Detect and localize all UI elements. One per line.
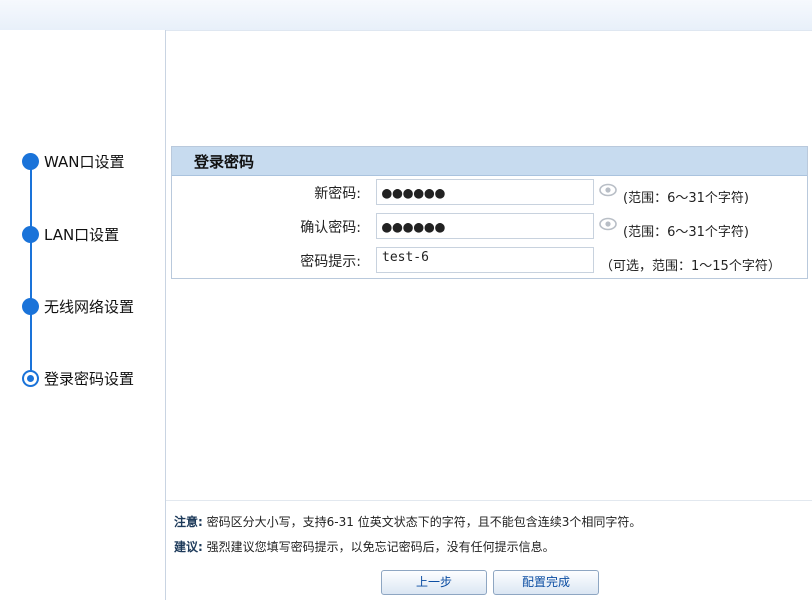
step-done-icon xyxy=(22,152,39,170)
divider xyxy=(166,500,812,501)
confirm-password-field[interactable]: ●●●●●● xyxy=(376,213,594,239)
eye-icon[interactable] xyxy=(599,217,617,231)
password-hint-row: 密码提示: test-6 （可选，范围：1～15个字符） xyxy=(172,247,807,275)
panel-title: 登录密码 xyxy=(172,147,807,176)
prev-step-button[interactable]: 上一步 xyxy=(381,570,487,595)
step-label: LAN口设置 xyxy=(44,225,120,244)
step-lan[interactable]: LAN口设置 xyxy=(22,224,119,244)
step-done-icon xyxy=(22,225,39,243)
top-banner xyxy=(0,0,812,31)
step-label: WAN口设置 xyxy=(44,152,125,171)
step-label: 无线网络设置 xyxy=(44,297,135,316)
eye-icon[interactable] xyxy=(599,183,617,197)
note-suggestion-key: 建议: xyxy=(174,540,203,554)
finish-config-button[interactable]: 配置完成 xyxy=(493,570,599,595)
new-password-hint: (范围：6～31个字符) xyxy=(623,191,749,206)
new-password-row: 新密码: ●●●●●● (范围：6～31个字符) xyxy=(172,179,807,207)
step-wireless[interactable]: 无线网络设置 xyxy=(22,296,134,316)
password-hint-field[interactable]: test-6 xyxy=(376,247,594,273)
confirm-password-hint: (范围：6～31个字符) xyxy=(623,225,749,240)
new-password-label: 新密码: xyxy=(314,186,361,202)
step-current-icon xyxy=(22,369,39,387)
login-password-panel: 登录密码 新密码: ●●●●●● (范围：6～31个字符) 确认密码: ●●●●… xyxy=(171,146,808,279)
step-wan[interactable]: WAN口设置 xyxy=(22,151,125,171)
confirm-password-label: 确认密码: xyxy=(300,220,361,236)
confirm-password-row: 确认密码: ●●●●●● (范围：6～31个字符) xyxy=(172,213,807,241)
steps-connector-line xyxy=(30,168,32,378)
step-label: 登录密码设置 xyxy=(44,369,135,388)
note-caution-key: 注意: xyxy=(174,515,203,529)
note-caution: 注意: 密码区分大小写，支持6-31 位英文状态下的字符，且不能包含连续3个相同… xyxy=(174,513,641,530)
note-suggestion-text: 强烈建议您填写密码提示，以免忘记密码后，没有任何提示信息。 xyxy=(206,540,555,554)
password-hint-range: （可选，范围：1～15个字符） xyxy=(600,259,781,274)
note-suggestion: 建议: 强烈建议您填写密码提示，以免忘记密码后，没有任何提示信息。 xyxy=(174,538,555,555)
note-caution-text: 密码区分大小写，支持6-31 位英文状态下的字符，且不能包含连续3个相同字符。 xyxy=(206,515,642,529)
password-hint-label: 密码提示: xyxy=(300,254,361,270)
step-done-icon xyxy=(22,297,39,315)
step-login-password[interactable]: 登录密码设置 xyxy=(22,368,134,388)
new-password-field[interactable]: ●●●●●● xyxy=(376,179,594,205)
